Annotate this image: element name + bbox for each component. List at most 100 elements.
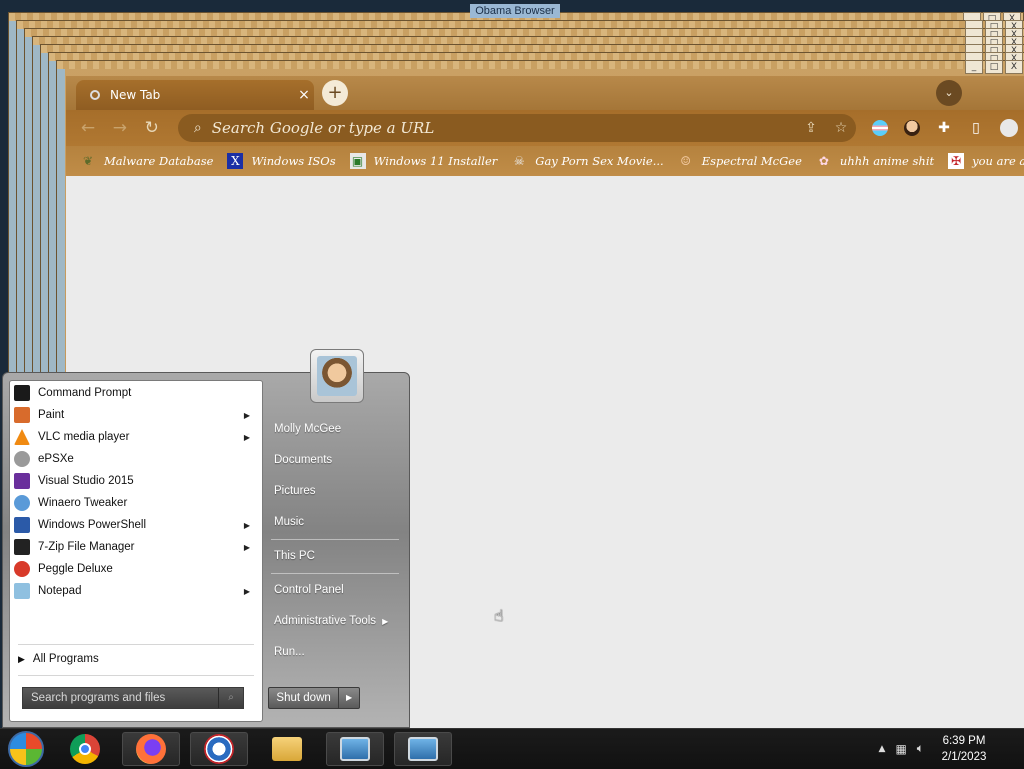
bookmark-you-are-an-idiot[interactable]: ✠you are an idiot! <box>948 153 1024 169</box>
bookmark-windows-isos[interactable]: X Windows ISOs <box>227 153 336 169</box>
bookmark-malware-database[interactable]: ❦ Malware Database <box>80 153 213 169</box>
x-icon: X <box>227 153 244 169</box>
start-button[interactable] <box>8 731 44 767</box>
shutdown-button[interactable]: Shut down <box>268 687 340 709</box>
program-item-vlc[interactable]: VLC media player ▶ <box>10 426 262 448</box>
anime-icon: ✿ <box>818 154 829 168</box>
taskbar-chrome[interactable] <box>56 732 114 766</box>
start-right-documents[interactable]: Documents <box>274 454 332 466</box>
star-icon[interactable]: ☆ <box>826 120 856 136</box>
right-divider <box>271 573 399 574</box>
search-icon: ⌕ <box>193 120 202 136</box>
tweaker-icon <box>14 495 30 511</box>
program-list: Command Prompt Paint ▶ VLC media player ▶ … <box>10 381 262 602</box>
submenu-arrow-icon: ▶ <box>243 410 250 420</box>
tab-close-icon[interactable]: × <box>294 87 314 103</box>
notepad-icon <box>14 583 30 599</box>
7zip-icon <box>14 539 30 555</box>
program-item-command-prompt[interactable]: Command Prompt <box>10 382 262 404</box>
new-tab-button[interactable]: + <box>322 80 348 106</box>
clock-date: 2/1/2023 <box>941 751 987 763</box>
submenu-arrow-icon: ▶ <box>243 432 250 442</box>
start-right-molly-mcgee[interactable]: Molly McGee <box>274 423 341 435</box>
bookmark-uhhh-anime-shit[interactable]: ✿ uhhh anime shit <box>816 153 934 169</box>
all-programs-button[interactable]: ▶ All Programs <box>18 653 99 665</box>
omnibox[interactable]: ⌕ Search Google or type a URL ⇪ ☆ <box>177 114 857 142</box>
volume-icon[interactable]: 🔈︎ <box>917 741 924 756</box>
mouse-pointer-icon: ☝︎ <box>494 606 504 625</box>
side-panel-icon[interactable]: ▯ <box>962 117 990 139</box>
reload-icon[interactable]: ↻ <box>136 118 168 138</box>
submenu-arrow-icon: ▶ <box>382 617 389 626</box>
taskbar-obama-browser[interactable] <box>190 732 248 766</box>
program-item-peggle-deluxe[interactable]: Peggle Deluxe <box>10 558 262 580</box>
window-title: Obama Browser <box>470 4 560 18</box>
trans-flag-extension-icon[interactable] <box>872 120 889 136</box>
puzzle-extensions-icon[interactable]: ✚ <box>930 117 958 139</box>
clock-time: 6:39 PM <box>942 735 986 747</box>
remote-pc-icon <box>408 737 438 761</box>
tab-title: New Tab <box>110 88 161 102</box>
bookmark-espectral-mcgee[interactable]: ☺ Espectral McGee <box>678 153 802 169</box>
program-item-visual-studio-2015[interactable]: Visual Studio 2015 <box>10 470 262 492</box>
taskbar-file-explorer[interactable] <box>258 732 316 766</box>
tab-search-chevron-icon[interactable]: ⌄ <box>936 80 962 106</box>
vlc-icon <box>14 429 30 445</box>
program-item-paint[interactable]: Paint ▶ <box>10 404 262 426</box>
shutdown-group: Shut down ▶ <box>268 687 360 709</box>
start-search-placeholder: Search programs and files <box>31 692 166 704</box>
chrome-favicon-icon <box>90 90 100 100</box>
search-divider <box>18 675 254 676</box>
tray-chevron-up-icon[interactable]: ▲ <box>879 744 886 754</box>
taskbar-remote-pc-1[interactable] <box>326 732 384 766</box>
bookmark-windows-11-installer[interactable]: ▣ Windows 11 Installer <box>349 153 497 169</box>
start-right-administrative-tools[interactable]: Administrative Tools ▶ <box>274 615 388 627</box>
start-right-music[interactable]: Music <box>274 516 304 528</box>
program-item-7zip[interactable]: 7-Zip File Manager ▶ <box>10 536 262 558</box>
start-menu: Command Prompt Paint ▶ VLC media player ▶ … <box>2 349 410 728</box>
cmd-icon <box>14 385 30 401</box>
share-icon[interactable]: ⇪ <box>796 120 826 136</box>
system-tray: ▲ ▦ 🔈︎ <box>879 741 924 756</box>
installer-icon: ▣ <box>349 153 366 169</box>
account-avatar-icon[interactable] <box>1000 119 1019 137</box>
search-icon[interactable]: ⌕ <box>218 688 243 708</box>
profile-face-extension-icon[interactable] <box>904 120 921 136</box>
taskbar-firefox[interactable] <box>122 732 180 766</box>
clock[interactable]: 6:39 PM 2/1/2023 <box>924 733 1004 765</box>
omnibox-placeholder: Search Google or type a URL <box>211 119 435 137</box>
program-item-winaero-tweaker[interactable]: Winaero Tweaker <box>10 492 262 514</box>
shutdown-options-arrow-icon[interactable]: ▶ <box>339 687 360 709</box>
extension-area: ✚ ▯ <box>866 117 1024 139</box>
program-item-windows-powershell[interactable]: Windows PowerShell ▶ <box>10 514 262 536</box>
start-right-control-panel[interactable]: Control Panel <box>274 584 344 596</box>
start-search-input[interactable]: Search programs and files ⌕ <box>22 687 244 709</box>
user-picture <box>317 356 357 396</box>
bookmark-gay-porn-sex-movie[interactable]: ☠ Gay Porn Sex Movie... <box>511 153 664 169</box>
program-item-epsxe[interactable]: ePSXe <box>10 448 262 470</box>
tab-new-tab[interactable]: New Tab × <box>76 80 314 110</box>
bookmarks-bar: ❦ Malware Database X Windows ISOs ▣ Windows… <box>66 146 1024 176</box>
submenu-arrow-icon: ▶ <box>243 520 250 530</box>
user-avatar[interactable] <box>310 349 364 403</box>
leaf-icon: ❦ <box>82 154 94 168</box>
start-right-pictures[interactable]: Pictures <box>274 485 316 497</box>
triangle-right-icon: ▶ <box>18 653 25 664</box>
start-menu-programs-pane: Command Prompt Paint ▶ VLC media player ▶ … <box>9 380 263 722</box>
paint-icon <box>14 407 30 423</box>
taskbar-remote-pc-2[interactable] <box>394 732 452 766</box>
programs-divider <box>18 644 254 645</box>
forward-arrow-icon[interactable]: → <box>104 118 136 138</box>
network-icon[interactable]: ▦ <box>895 742 906 756</box>
taskbar: ▲ ▦ 🔈︎ 6:39 PM 2/1/2023 <box>0 728 1024 769</box>
visual-studio-icon <box>14 473 30 489</box>
program-item-notepad[interactable]: Notepad ▶ <box>10 580 262 602</box>
face-icon: ☺ <box>680 154 692 168</box>
peggle-icon <box>14 561 30 577</box>
back-arrow-icon[interactable]: ← <box>72 118 104 138</box>
start-right-run[interactable]: Run... <box>274 646 305 658</box>
start-right-this-pc[interactable]: This PC <box>274 550 315 562</box>
right-divider <box>271 539 399 540</box>
submenu-arrow-icon: ▶ <box>243 542 250 552</box>
powershell-icon <box>14 517 30 533</box>
